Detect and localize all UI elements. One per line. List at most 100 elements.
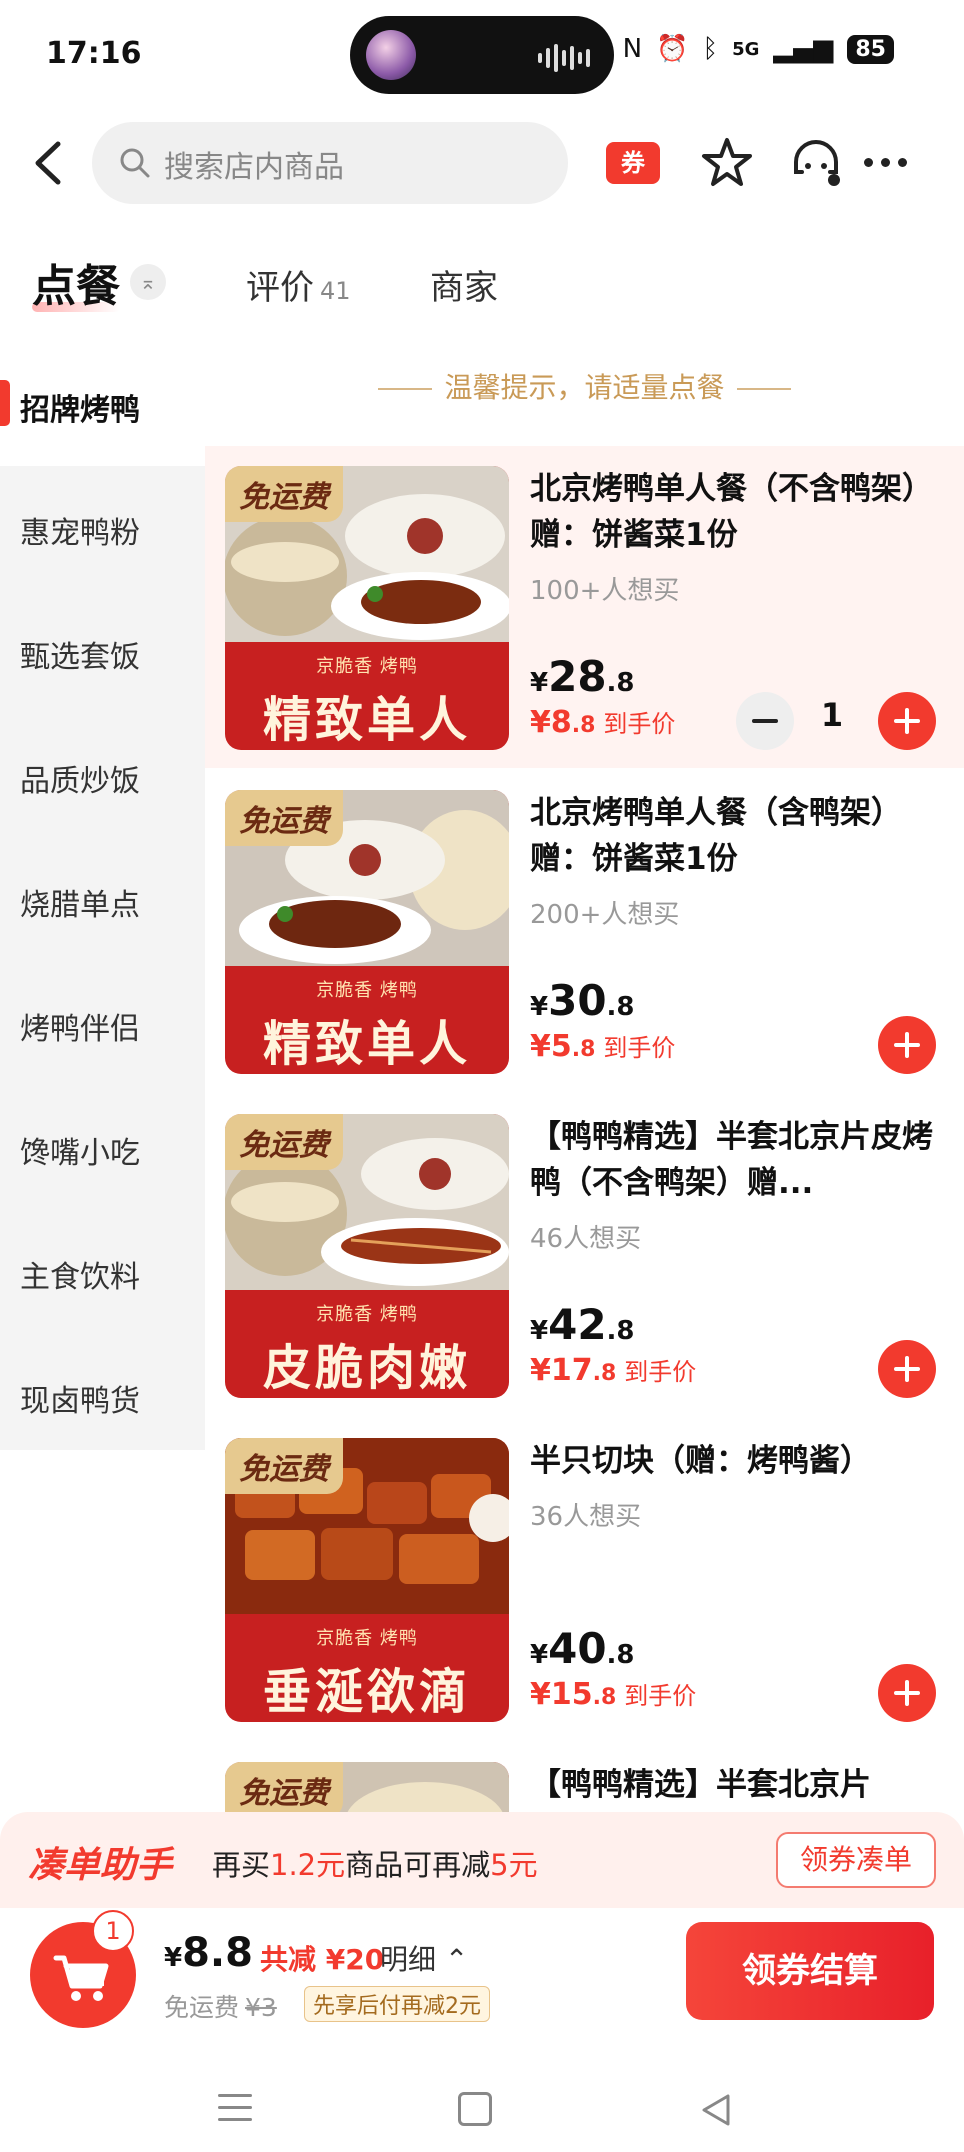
product-card[interactable]: 免运费 【鸭鸭精选】半套北京片 [205,1742,964,1812]
price-integer: 30 [548,976,607,1025]
back-arrow-icon[interactable] [30,140,70,186]
coupon-icon[interactable]: 券 [606,142,660,184]
status-icons: N ⏰ ᛒ 5G ▂▄▆ 85 [623,34,894,64]
product-image[interactable]: 免运费 京脆香 烤鸭 垂涎欲滴 [225,1438,509,1722]
tip-text: 温馨提示，请适量点餐 [444,371,725,404]
image-slogan: 垂涎欲滴 [262,1664,471,1720]
product-card[interactable]: 免运费 京脆香 烤鸭 精致单人 北京烤鸭单人餐（含鸭架）赠：饼酱菜1份 200+… [205,770,964,1092]
net-price-decimal: .8 [592,1685,617,1710]
order-assistant-bar: 凑单助手 再买1.2元商品可再减5元 领券凑单 [0,1812,964,1908]
price-currency: ¥ [530,668,549,698]
sidebar-empty-area [0,1450,205,1830]
home-icon[interactable] [458,2092,492,2126]
search-placeholder: 搜索店内商品 [164,150,344,185]
net-price-value: ¥8 [530,705,572,740]
price-integer: 40 [548,1624,607,1673]
product-card[interactable]: 免运费 京脆香 烤鸭 垂涎欲滴 半只切块（赠：烤鸭酱） 36人想买 ¥40.8 … [205,1418,964,1740]
cart-total: ¥8.8 [164,1930,253,1976]
tip-divider [736,388,791,390]
brand-logo: 京脆香 烤鸭 [316,1628,418,1649]
more-options-icon[interactable] [864,158,907,167]
cart-savings: 共减 ¥20 [260,1943,385,1976]
cart-total-currency: ¥ [164,1943,183,1973]
product-price: ¥30.8 [530,976,635,1025]
sidebar-item-staples-drinks[interactable]: 主食饮料 [20,1252,200,1296]
add-to-cart-button[interactable] [878,1016,936,1074]
system-back-icon[interactable] [696,2090,736,2130]
store-tabs: 点餐 ⌅ 评价 41 商家 [0,250,964,320]
product-image[interactable]: 免运费 京脆香 烤鸭 精致单人 [225,466,509,750]
free-shipping-badge: 免运费 [225,1762,343,1812]
product-card[interactable]: 免运费 京脆香 烤鸭 精致单人 北京烤鸭单人餐（不含鸭架）赠：饼酱菜1份 100… [205,446,964,768]
price-currency: ¥ [530,1316,549,1346]
product-title[interactable]: 半只切块（赠：烤鸭酱） [530,1438,950,1484]
product-image[interactable]: 免运费 京脆香 烤鸭 精致单人 [225,790,509,1074]
tab-merchant[interactable]: 商家 [430,260,498,309]
sidebar-item-signature-duck[interactable]: 招牌烤鸭 [20,385,200,429]
top-nav: 搜索店内商品 券 [0,118,964,208]
sidebar-item-duck-noodle[interactable]: 惠宠鸭粉 [20,508,200,552]
pay-later-badge: 先享后付再减2元 [304,1986,490,2022]
net-price-label: 到手价 [603,1034,676,1062]
search-input[interactable]: 搜索店内商品 [92,122,568,204]
free-shipping-badge: 免运费 [225,1114,343,1170]
product-card[interactable]: 免运费 京脆香 烤鸭 皮脆肉嫩 【鸭鸭精选】半套北京片皮烤鸭（不含鸭架）赠...… [205,1094,964,1416]
net-price-label: 到手价 [624,1358,697,1386]
free-shipping-badge: 免运费 [225,1438,343,1494]
net-price: ¥17.8 到手价 [530,1352,696,1388]
product-price: ¥40.8 [530,1624,635,1673]
cart-detail-toggle[interactable]: 明细 ⌃ [380,1938,468,1978]
product-title[interactable]: 【鸭鸭精选】半套北京片皮烤鸭（不含鸭架）赠... [530,1114,950,1206]
product-image[interactable]: 免运费 [225,1762,509,1812]
add-to-cart-button[interactable] [878,1340,936,1398]
assistant-msg-part: 再买 [212,1848,271,1882]
quantity-value: 1 [820,696,844,734]
recent-apps-icon[interactable] [218,2094,252,2130]
free-shipping-badge: 免运费 [225,790,343,846]
bluetooth-icon: ᛒ [702,34,719,64]
net-price-value: ¥17 [530,1353,593,1388]
customer-service-icon[interactable] [788,136,844,190]
product-title[interactable]: 北京烤鸭单人餐（不含鸭架）赠：饼酱菜1份 [530,466,950,558]
tab-order[interactable]: 点餐 [32,250,120,314]
sidebar-item-duck-sides[interactable]: 烤鸭伴侣 [20,1004,200,1048]
price-decimal: .8 [606,1316,635,1346]
cart-bar: 1 ¥8.8 共减 ¥20 明细 ⌃ 免运费 ¥3 先享后付再减2元 领券结算 [0,1908,964,2038]
price-integer: 42 [548,1300,607,1349]
net-price-decimal: .8 [592,1361,617,1386]
sidebar-item-roast-meat[interactable]: 烧腊单点 [20,880,200,924]
price-currency: ¥ [530,992,549,1022]
sidebar-active-indicator [0,380,10,426]
checkout-button[interactable]: 领券结算 [686,1922,934,2020]
net-price-decimal: .8 [571,713,596,738]
price-integer: 28 [548,652,607,701]
brand-logo: 京脆香 烤鸭 [316,980,418,1001]
add-to-cart-button[interactable] [878,692,936,750]
add-to-cart-button[interactable] [878,1664,936,1722]
net-price-value: ¥15 [530,1677,593,1712]
product-image[interactable]: 免运费 京脆香 烤鸭 皮脆肉嫩 [225,1114,509,1398]
product-want-count: 100+人想买 [530,576,680,606]
dynamic-island[interactable] [350,16,614,94]
image-slogan: 精致单人 [262,692,471,748]
cart-shipping: 免运费 ¥3 [164,1988,277,2024]
assistant-msg-part: 商品可再减 [345,1848,491,1882]
sidebar-item-set-meal[interactable]: 甄选套饭 [20,632,200,676]
tab-review[interactable]: 评价 41 [246,260,351,309]
product-title[interactable]: 【鸭鸭精选】半套北京片 [530,1762,950,1808]
get-coupon-combine-button[interactable]: 领券凑单 [776,1832,936,1888]
product-price: ¥42.8 [530,1300,635,1349]
product-want-count: 200+人想买 [530,900,680,930]
product-title[interactable]: 北京烤鸭单人餐（含鸭架）赠：饼酱菜1份 [530,790,950,882]
alarm-icon: ⏰ [656,34,689,64]
decrease-quantity-button[interactable] [736,692,794,750]
original-shipping-fee: ¥3 [245,1993,277,2022]
collapse-icon[interactable]: ⌅ [130,264,166,300]
status-time: 17:16 [46,36,142,71]
net-price: ¥15.8 到手价 [530,1676,696,1712]
favorite-star-icon[interactable] [700,136,754,190]
assistant-message: 再买1.2元商品可再减5元 [212,1842,538,1884]
sidebar-item-snacks[interactable]: 馋嘴小吃 [20,1128,200,1172]
sidebar-item-braised-duck[interactable]: 现卤鸭货 [20,1376,200,1420]
sidebar-item-fried-rice[interactable]: 品质炒饭 [20,756,200,800]
